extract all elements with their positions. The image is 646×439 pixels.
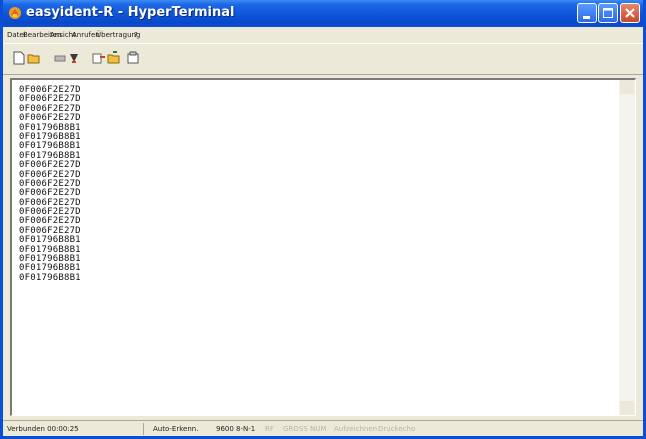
open-icon[interactable]: [27, 51, 41, 65]
vertical-scrollbar[interactable]: [619, 80, 635, 415]
disconnect-icon[interactable]: [67, 51, 81, 65]
status-caps: GROSS: [283, 425, 308, 433]
terminal-line: 0F01796B8B1: [19, 272, 81, 283]
maximize-button[interactable]: [598, 3, 618, 23]
maximize-icon: [603, 8, 613, 18]
status-connected: Verbunden 00:00:25: [7, 425, 79, 433]
connect-icon[interactable]: [53, 51, 67, 65]
send-icon[interactable]: [92, 51, 106, 65]
status-echo: Druckecho: [378, 425, 416, 433]
close-button[interactable]: [620, 3, 640, 23]
status-separator: [143, 423, 144, 435]
terminal-area[interactable]: 0F006F2E27D 0F006F2E27D 0F006F2E27D 0F006F2…: [10, 78, 636, 416]
status-detect: Auto-Erkenn.: [153, 425, 199, 433]
status-capture: Aufzeichnen: [334, 425, 378, 433]
status-bar: Verbunden 00:00:25 Auto-Erkenn. 9600 8-N…: [3, 420, 643, 437]
hyperterminal-window: easyident-R - HyperTerminal Datei Bearbe…: [0, 0, 646, 439]
status-settings: 9600 8-N-1: [216, 425, 256, 433]
minimize-icon: [583, 16, 590, 19]
minimize-button[interactable]: [577, 3, 597, 23]
terminal-output: 0F006F2E27D 0F006F2E27D 0F006F2E27D 0F006F2…: [19, 85, 81, 283]
properties-icon[interactable]: [126, 51, 140, 65]
scroll-down-button[interactable]: [620, 401, 634, 415]
status-scroll: RF: [265, 425, 274, 433]
close-icon: [625, 8, 635, 18]
toolbar: [3, 43, 643, 75]
hyperterminal-app-icon[interactable]: [8, 6, 22, 20]
menu-bar: Datei Bearbeiten Ansicht Anrufen Übertra…: [3, 27, 643, 42]
window-title: easyident-R - HyperTerminal: [26, 5, 235, 20]
receive-icon[interactable]: [107, 51, 121, 65]
status-num: NUM: [310, 425, 327, 433]
menu-help[interactable]: ?: [134, 31, 138, 39]
new-icon[interactable]: [12, 51, 26, 65]
title-bar[interactable]: easyident-R - HyperTerminal: [3, 0, 643, 27]
scroll-up-button[interactable]: [620, 80, 634, 94]
